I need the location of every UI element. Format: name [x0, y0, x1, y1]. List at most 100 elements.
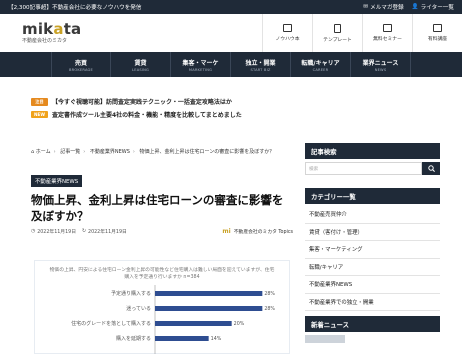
writer-link[interactable]: 👤 ライター一覧	[412, 3, 454, 11]
bar	[155, 306, 263, 311]
nav-jp: 集客・マーケ	[182, 59, 219, 67]
main-nav-career[interactable]: 転職/キャリア CAREER	[291, 52, 351, 77]
document-icon	[334, 23, 341, 33]
article: 不動産業界NEWS 物価上昇、金利上昇は住宅ローンの審査に影響を及ぼすか？ ◷ 2…	[24, 166, 300, 354]
chart-svg: 予定通り購入する 28% 迷っている 28% 住宅のグレードを落として購入する 20% 購入…	[71, 285, 275, 354]
breadcrumb-articles[interactable]: 記事一覧	[60, 149, 80, 155]
published-date: ◷ 2022年11月19日	[31, 228, 76, 235]
search-heading: 記事検索	[305, 143, 440, 159]
mailmag-link[interactable]: ✉ メルマガ登録	[363, 3, 403, 11]
clock-icon: ◷	[31, 229, 36, 234]
header-nav-template[interactable]: テンプレート	[312, 14, 362, 52]
bar-value-label: 28%	[264, 291, 275, 297]
nav-en: BROKERAGE	[68, 67, 94, 72]
video-icon	[433, 24, 442, 32]
breadcrumb-separator: ›	[132, 149, 135, 155]
header-nav-course[interactable]: 有料講座	[412, 14, 462, 52]
main-nav-startbiz[interactable]: 独立・開業 START BIZ	[231, 52, 291, 77]
bar-value-label: 14%	[211, 336, 222, 342]
search-input[interactable]: 検索	[305, 162, 422, 175]
nav-jp: 独立・開業	[245, 59, 276, 67]
news-thumbnail-row	[305, 335, 440, 343]
header-nav-label: 有料講座	[427, 37, 448, 42]
search-button[interactable]	[422, 162, 440, 175]
new-news-heading: 新着ニュース	[305, 316, 440, 332]
nav-jp: 転職/キャリア	[301, 59, 340, 67]
category-item[interactable]: 不動産売買仲介	[305, 206, 440, 224]
nav-jp: 売買	[74, 59, 87, 67]
search-icon	[427, 165, 435, 172]
category-item[interactable]: 不動産業界NEWS	[305, 276, 440, 294]
top-bar: 【2,300記事超】不動産会社に必要なノウハウを発信 ✉ メルマガ登録 👤 ライ…	[0, 0, 462, 14]
search-box: 検索	[305, 162, 440, 175]
writer-label: ライター一覧	[420, 5, 454, 11]
main-nav-leasing[interactable]: 賃貸 LEASING	[111, 52, 171, 77]
new-badge: NEW	[31, 111, 48, 118]
author[interactable]: mi 不動産会社のミカタ Topics	[222, 228, 293, 235]
category-item[interactable]: 不動産業界での独立・開業	[305, 294, 440, 311]
news-thumbnail[interactable]	[305, 335, 345, 343]
news-item[interactable]: NEW 査定書作成ツール主要4社の料金・機能・精度を比較してまとめました	[31, 109, 431, 120]
author-name: 不動産会社のミカタ Topics	[233, 230, 293, 235]
main-nav: 売買 BROKERAGE 賃貸 LEASING 集客・マーケ MARKETING 独立…	[0, 52, 462, 77]
breadcrumb-separator: ›	[53, 149, 56, 155]
breadcrumb-current: 物価上昇、金利上昇は住宅ローンの審査に影響を及ぼすか？	[139, 149, 275, 155]
logo-mark: mikata	[22, 20, 82, 38]
refresh-icon: ↻	[82, 229, 87, 234]
main-nav-marketing[interactable]: 集客・マーケ MARKETING	[171, 52, 231, 77]
bar-category-label: 住宅のグレードを落として購入する	[71, 320, 151, 327]
site-logo[interactable]: mikata 不動産会社のミカタ	[0, 14, 262, 52]
category-list: 不動産売買仲介 賃貸（客付け・管理） 集客・マーケティング 転職/キャリア 不動…	[305, 206, 440, 311]
nav-jp: 賃貸	[134, 59, 147, 67]
survey-chart: 物価の上昇、円安による住宅ローン金利上昇の可能性など住宅購入は難しい局面を迎えて…	[34, 260, 290, 354]
category-label[interactable]: 不動産業界NEWS	[31, 175, 83, 187]
bar-category-label: 迷っている	[126, 305, 151, 312]
category-heading: カテゴリー一覧	[305, 188, 440, 204]
bar-category-label: 購入を延期する	[116, 335, 151, 342]
header-nav-label: 無料セミナー	[373, 37, 402, 42]
updated-text: 2022年11月19日	[88, 230, 127, 235]
breadcrumb: ⌂ ホーム › 記事一覧 › 不動産業界NEWS › 物価上昇、金利上昇は住宅ローンの…	[31, 148, 297, 155]
breadcrumb-category[interactable]: 不動産業界NEWS	[90, 149, 130, 155]
category-item[interactable]: 転職/キャリア	[305, 259, 440, 276]
nav-en: LEASING	[132, 67, 149, 72]
bar	[155, 291, 263, 296]
main-nav-brokerage[interactable]: 売買 BROKERAGE	[51, 52, 111, 77]
breadcrumb-separator: ›	[83, 149, 86, 155]
nav-en: CAREER	[312, 67, 329, 72]
category-item[interactable]: 賃貸（客付け・管理）	[305, 224, 440, 241]
promo-text: 【2,300記事超】不動産会社に必要なノウハウを発信	[8, 5, 142, 11]
mail-icon: ✉	[363, 4, 369, 10]
news-item[interactable]: 注目 【今すぐ視聴可能】訪問査定実践テクニック・一括査定攻略法はか	[31, 96, 431, 107]
header-nav-seminar[interactable]: 無料セミナー	[362, 14, 412, 52]
site-header: mikata 不動産会社のミカタ ノウハウ本 テンプレート 無料セミナー 有料講…	[0, 14, 462, 52]
book-icon	[283, 24, 292, 32]
header-nav-label: ノウハウ本	[275, 37, 300, 42]
bar-value-label: 28%	[264, 306, 275, 312]
person-icon: 👤	[411, 4, 419, 10]
mailmag-label: メルマガ登録	[370, 5, 404, 11]
sidebar: 記事検索 検索 カテゴリー一覧 不動産売買仲介 賃貸（客付け・管理） 集客・マー…	[305, 143, 440, 343]
news-text: 査定書作成ツール主要4社の料金・機能・精度を比較してまとめました	[52, 112, 242, 119]
nav-en: NEWS	[374, 67, 387, 72]
monitor-icon	[383, 24, 392, 32]
header-nav-knowhow[interactable]: ノウハウ本	[262, 14, 312, 52]
nav-jp: 業界ニュース	[362, 59, 399, 67]
main-nav-news[interactable]: 業界ニュース NEWS	[351, 52, 411, 77]
nav-en: START BIZ	[250, 67, 271, 72]
breadcrumb-home[interactable]: ホーム	[36, 149, 51, 155]
published-text: 2022年11月19日	[37, 230, 76, 235]
bar-value-label: 20%	[234, 321, 245, 327]
category-item[interactable]: 集客・マーケティング	[305, 241, 440, 259]
bar-category-label: 予定通り購入する	[111, 290, 151, 297]
news-text: 【今すぐ視聴可能】訪問査定実践テクニック・一括査定攻略法はか	[52, 99, 232, 106]
author-logo: mi	[222, 228, 231, 235]
bar	[155, 336, 209, 341]
nav-en: MARKETING	[188, 67, 213, 72]
bar	[155, 321, 232, 326]
article-title: 物価上昇、金利上昇は住宅ローンの審査に影響を及ぼすか？	[31, 193, 284, 223]
header-nav-label: テンプレート	[323, 37, 352, 43]
featured-badge: 注目	[31, 97, 48, 106]
article-meta: ◷ 2022年11月19日 ↻ 2022年11月19日 mi 不動産会社のミカタ To…	[31, 228, 293, 235]
updated-date: ↻ 2022年11月19日	[82, 228, 127, 235]
